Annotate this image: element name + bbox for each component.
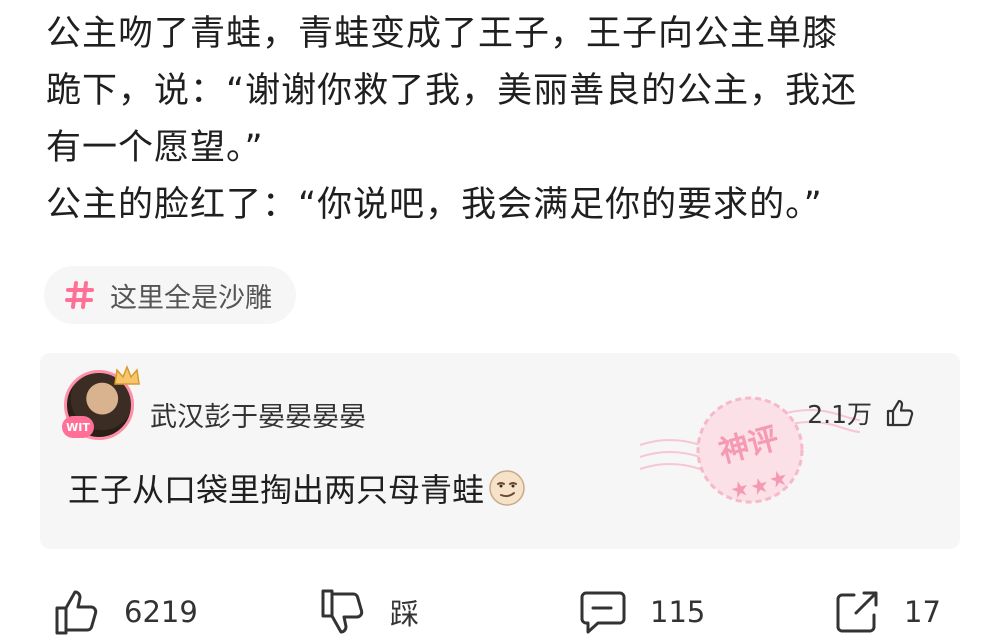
comment-count: 115 [650, 595, 706, 629]
thumbs-down-icon [321, 589, 364, 634]
commenter-avatar[interactable]: WIT [62, 364, 140, 442]
post-text-line: 公主吻了青蛙，青蛙变成了王子，王子向公主单膝 [46, 14, 839, 54]
dislike-label: 踩 [390, 597, 420, 631]
comment-like-button[interactable]: 2.1万 [807, 395, 916, 431]
comment-text: 王子从口袋里掏出两只母青蛙 [68, 465, 526, 511]
comment-icon [580, 591, 626, 634]
post-text-line: 跪下，说：“谢谢你救了我，美丽善良的公主，我还 [46, 71, 858, 111]
avatar-badge: WIT [62, 416, 94, 438]
post-body: 公主吻了青蛙，青蛙变成了王子，王子向公主单膝 跪下，说：“谢谢你救了我，美丽善良… [46, 6, 966, 234]
post-text-line: 有一个愿望。” [46, 128, 264, 168]
smirk-emoji-icon [489, 470, 525, 506]
comment-text-body: 王子从口袋里掏出两只母青蛙 [68, 471, 485, 509]
comment-like-count: 2.1万 [807, 400, 872, 429]
like-button[interactable]: 6219 [52, 584, 198, 640]
share-count: 17 [904, 595, 941, 629]
commenter-username[interactable]: 武汉彭于晏晏晏晏 [150, 395, 366, 434]
topic-tag-label: 这里全是沙雕 [110, 282, 272, 314]
topic-tag[interactable]: 这里全是沙雕 [44, 266, 296, 324]
dislike-button[interactable]: 踩 [318, 584, 419, 640]
top-comment-card[interactable]: 神评 WIT 武汉彭于晏晏晏晏 2.1万 王子从口袋里掏出两只母青蛙 [40, 353, 960, 549]
action-bar: 6219 踩 115 17 [0, 584, 1000, 644]
share-icon [836, 591, 878, 633]
thumbs-up-icon [886, 399, 914, 427]
post-text-line: 公主的脸红了：“你说吧，我会满足你的要求的。” [46, 185, 823, 225]
hash-icon [65, 281, 94, 309]
crown-icon [114, 364, 140, 385]
like-count: 6219 [124, 595, 198, 629]
thumbs-up-icon [55, 590, 98, 635]
comment-button[interactable]: 115 [578, 584, 705, 640]
share-button[interactable]: 17 [832, 584, 941, 640]
